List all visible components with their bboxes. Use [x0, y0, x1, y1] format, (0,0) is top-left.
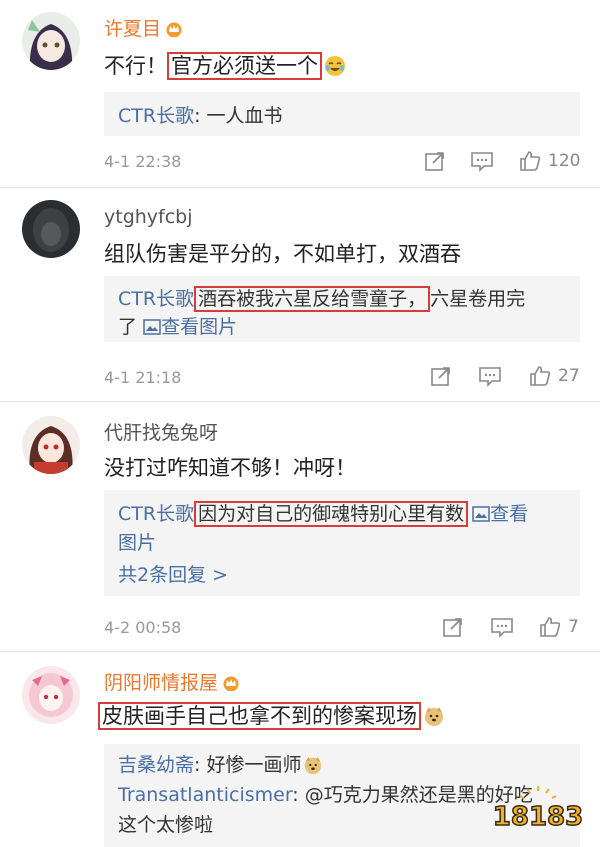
username[interactable]: ytghyfcbj: [104, 206, 193, 228]
username-text: 阴阳师情报屋: [104, 672, 219, 694]
share-button[interactable]: [424, 150, 446, 172]
comment-2: ytghyfcbj 组队伤害是平分的，不如单打，双酒吞 CTR长歌 酒吞被我六星反…: [0, 188, 600, 402]
reply-line: 了 查看图片: [118, 312, 237, 339]
reply-line: 这个太惨啦: [118, 810, 213, 837]
thumbs-up-icon: [530, 366, 551, 386]
like-button[interactable]: 7: [538, 615, 579, 639]
crying-laugh-emoji-icon: [325, 56, 345, 76]
highlighted-text: 因为对自己的御魂特别心里有数: [194, 501, 469, 527]
like-count: 7: [568, 617, 579, 637]
comment-prefix: 不行！: [104, 54, 167, 78]
username[interactable]: 代肝找兔兔呀: [104, 418, 218, 445]
thumbs-up-icon: [520, 151, 541, 171]
18183-watermark-logo: 18183: [492, 786, 584, 833]
reply-line: CTR长歌 酒吞被我六星反给雪童子， 六星卷用完: [118, 284, 526, 312]
like-count: 120: [548, 151, 581, 171]
reply-line: 共2条回复 >: [118, 560, 228, 587]
vip-crown-icon: [223, 676, 239, 691]
reply-line: CTR长歌 因为对自己的御魂特别心里有数 查看: [118, 499, 528, 527]
share-icon: [443, 618, 462, 637]
more-replies-link[interactable]: 共2条回复 >: [118, 564, 228, 586]
reply-text: 这个太惨啦: [118, 814, 214, 836]
highlighted-text: 酒吞被我六星反给雪童子，: [194, 286, 431, 312]
comment-icon: [471, 152, 493, 172]
thumbs-up-icon: [540, 617, 561, 637]
comment-text: 组队伤害是平分的，不如单打，双酒吞: [104, 242, 461, 266]
reply-line: 图片: [118, 528, 156, 555]
avatar[interactable]: [22, 200, 80, 258]
reply-text: : 好惨一画师: [194, 754, 302, 776]
reply-line: Transatlanticismer: @巧克力果然还是黑的好吃: [118, 780, 533, 807]
reply-text: 了: [118, 316, 138, 338]
username-text: 许夏目: [104, 18, 162, 40]
image-icon: [472, 506, 490, 522]
comment-1: 许夏目 不行！ 官方必须送一个 CTR长歌: 一人血书 4-1 22:38 120: [0, 0, 600, 188]
avatar[interactable]: [22, 416, 80, 474]
reply-author-link[interactable]: Transatlanticismer: [118, 784, 292, 806]
comment-3: 代肝找兔兔呀 没打过咋知道不够！冲呀！ CTR长歌 因为对自己的御魂特别心里有数查…: [0, 402, 600, 652]
share-button[interactable]: [442, 616, 464, 638]
highlighted-text: 官方必须送一个: [167, 52, 322, 80]
comment-button[interactable]: [470, 150, 494, 172]
like-button[interactable]: 120: [518, 149, 580, 173]
reply-line: 吉桑幼斋: 好惨一画师: [118, 750, 323, 777]
watermark-text: 18183: [493, 802, 583, 832]
reply-text: : 一人血书: [194, 105, 283, 127]
timestamp: 4-2 00:58: [104, 618, 182, 637]
avatar[interactable]: [22, 666, 80, 724]
reply-line: CTR长歌: 一人血书: [118, 101, 283, 128]
share-icon: [431, 367, 450, 386]
comment-text: 皮肤画手自己也拿不到的惨案现场: [98, 700, 445, 730]
doge-emoji-icon: [425, 707, 443, 726]
reply-author-link[interactable]: CTR长歌: [118, 288, 194, 310]
username[interactable]: 阴阳师情报屋: [104, 668, 240, 695]
comment-icon: [479, 367, 501, 387]
reply-author-link[interactable]: CTR长歌: [118, 105, 194, 127]
timestamp: 4-1 22:38: [104, 152, 182, 171]
reply-box[interactable]: CTR长歌: 一人血书: [104, 92, 580, 136]
reply-author-link[interactable]: 吉桑幼斋: [118, 754, 194, 776]
reply-box[interactable]: CTR长歌 酒吞被我六星反给雪童子， 六星卷用完 了 查看图片: [104, 276, 580, 342]
like-count: 27: [558, 366, 580, 386]
username[interactable]: 许夏目: [104, 14, 183, 41]
view-image-link[interactable]: 查看: [490, 503, 528, 525]
comment-button[interactable]: [478, 365, 502, 387]
image-icon: [143, 319, 161, 335]
comment-button[interactable]: [490, 616, 514, 638]
view-image-link[interactable]: 图片: [118, 532, 156, 554]
timestamp: 4-1 21:18: [104, 368, 182, 387]
view-image-link[interactable]: 查看图片: [161, 316, 237, 338]
comment-text: 没打过咋知道不够！冲呀！: [104, 456, 356, 480]
highlighted-text: 皮肤画手自己也拿不到的惨案现场: [98, 702, 421, 730]
comment-text: 不行！ 官方必须送一个: [104, 50, 346, 80]
comment-icon: [491, 618, 513, 638]
share-button[interactable]: [430, 365, 452, 387]
reply-text: 六星卷用完: [430, 288, 526, 310]
like-button[interactable]: 27: [528, 364, 580, 388]
reply-box[interactable]: CTR长歌 因为对自己的御魂特别心里有数 查看 图片 共2条回复 >: [104, 490, 580, 596]
doge-emoji-icon: [305, 756, 322, 775]
share-icon: [425, 152, 444, 171]
reply-author-link[interactable]: CTR长歌: [118, 503, 194, 525]
vip-crown-icon: [166, 22, 182, 37]
avatar[interactable]: [22, 12, 80, 70]
